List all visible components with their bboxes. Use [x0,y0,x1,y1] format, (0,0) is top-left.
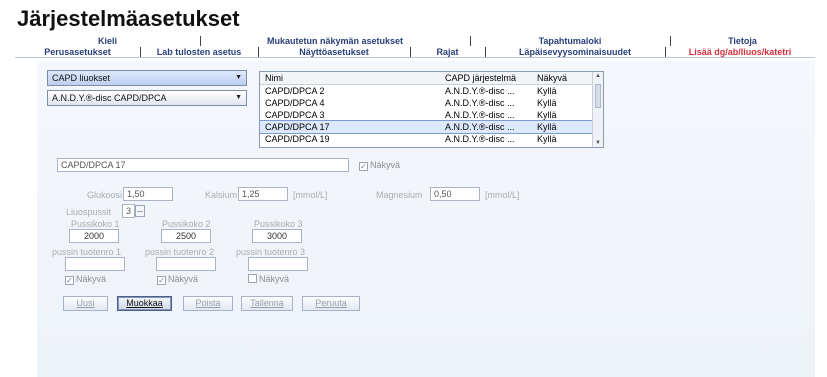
checkmark-icon: ✓ [359,162,368,171]
category-combo[interactable]: CAPD liuokset ▼ [47,70,247,86]
list-item-name: CAPD/DPCA 19 [265,134,330,144]
calcium-field[interactable]: 1,25 [238,187,288,201]
bag-count-spinner[interactable] [135,205,145,217]
unchecked-box-icon [248,274,257,283]
category-combo-value: CAPD liuokset [52,73,111,83]
column-header-system[interactable]: CAPD järjestelmä [445,72,516,85]
tab-event-log[interactable]: Tapahtumaloki [470,36,670,47]
tab-basic-settings[interactable]: Perusasetukset [15,47,140,57]
new-button-label: Uusi [76,298,95,308]
list-item-system: A.N.D.Y.®-disc ... [445,122,515,132]
list-scrollbar[interactable]: ▲ ▼ [592,72,603,147]
bag-size-field-1[interactable]: 2000 [69,229,119,243]
new-button[interactable]: Uusi [63,296,108,311]
delete-button-label: Poista [195,298,221,308]
bag-size-field-2[interactable]: 2500 [161,229,211,243]
scroll-thumb[interactable] [595,84,601,108]
bag-visible-label-1: Näkyvä [76,274,107,284]
list-item-name: CAPD/DPCA 2 [265,86,325,96]
bag-visible-checkbox-3[interactable]: Näkyvä [248,274,289,284]
product-number-field-2[interactable] [156,257,216,271]
product-number-field-1[interactable] [65,257,125,271]
visible-checkbox[interactable]: ✓ Näkyvä [359,160,400,171]
tab-limits[interactable]: Rajat [410,47,485,57]
list-item-visible: Kyllä [537,134,557,144]
tab-bar: Kieli Mukautetun näkymän asetukset Tapah… [15,36,815,58]
calcium-label: Kalsium [205,190,238,200]
tab-about[interactable]: Tietoja [670,36,815,47]
system-combo[interactable]: A.N.D.Y.®-disc CAPD/DPCA ▼ [47,90,247,106]
magnesium-field[interactable]: 0,50 [430,187,480,201]
calcium-unit: [mmol/L] [293,190,328,200]
edit-button[interactable]: Muokkaa [117,296,172,311]
scroll-up-icon[interactable]: ▲ [595,73,601,79]
product-number-label-3: pussin tuotenro 3 [236,247,306,257]
column-header-visible[interactable]: Näkyvä [537,72,567,85]
bag-size-label-1: Pussikoko 1 [71,219,120,229]
save-button-label: Tallenna [250,298,284,308]
tab-add-items[interactable]: Lisää dg/ab/liuos/katetri [665,47,815,57]
list-item-system: A.N.D.Y.®-disc ... [445,98,515,108]
bag-visible-label-3: Näkyvä [259,274,290,284]
bag-visible-checkbox-2[interactable]: ✓ Näkyvä [157,274,198,285]
list-item-visible: Kyllä [537,122,557,132]
chevron-down-icon: ▼ [235,74,242,81]
column-header-name[interactable]: Nimi [265,72,283,85]
chevron-down-icon: ▼ [235,94,242,101]
product-number-label-1: pussin tuotenro 1 [52,247,122,257]
checkmark-icon: ✓ [157,276,166,285]
glucose-field[interactable]: 1,50 [123,187,173,201]
list-item-name: CAPD/DPCA 4 [265,98,325,108]
tab-display-settings[interactable]: Näyttöasetukset [258,47,410,57]
list-item-system: A.N.D.Y.®-disc ... [445,110,515,120]
list-item[interactable]: CAPD/DPCA 19 A.N.D.Y.®-disc ... Kyllä [260,133,603,145]
bag-visible-label-2: Näkyvä [168,274,199,284]
list-header: Nimi CAPD järjestelmä Näkyvä [260,72,603,85]
list-item-visible: Kyllä [537,110,557,120]
tab-custom-view-settings[interactable]: Mukautetun näkymän asetukset [200,36,470,47]
magnesium-label: Magnesium [376,190,423,200]
product-number-label-2: pussin tuotenro 2 [145,247,215,257]
window-title: Järjestelmäasetukset [17,6,240,31]
scroll-down-icon[interactable]: ▼ [595,140,601,146]
list-item-system: A.N.D.Y.®-disc ... [445,134,515,144]
list-item-selected[interactable]: CAPD/DPCA 17 A.N.D.Y.®-disc ... Kyllä [259,120,604,134]
checkmark-icon: ✓ [65,276,74,285]
product-number-field-3[interactable] [248,257,308,271]
list-item[interactable]: CAPD/DPCA 4 A.N.D.Y.®-disc ... Kyllä [260,97,603,109]
visible-checkbox-label: Näkyvä [370,160,401,170]
tab-permeability-properties[interactable]: Läpäisevyysominaisuudet [485,47,665,57]
list-item-name: CAPD/DPCA 17 [265,122,330,132]
list-item-visible: Kyllä [537,98,557,108]
magnesium-unit: [mmol/L] [485,190,520,200]
cancel-button[interactable]: Peruuta [302,296,360,311]
save-button[interactable]: Tallenna [241,296,293,311]
solution-name-field[interactable]: CAPD/DPCA 17 [57,158,349,172]
bag-size-field-3[interactable]: 3000 [252,229,302,243]
system-combo-value: A.N.D.Y.®-disc CAPD/DPCA [52,93,167,103]
tab-divider [15,57,815,58]
bag-count-field[interactable]: 3 [122,204,135,218]
tab-language[interactable]: Kieli [15,36,200,47]
bag-size-label-2: Pussikoko 2 [162,219,211,229]
bag-count-label: Liuospussit [66,207,112,217]
tab-lab-results-settings[interactable]: Lab tulosten asetus [140,47,258,57]
delete-button[interactable]: Poista [183,296,233,311]
list-item[interactable]: CAPD/DPCA 2 A.N.D.Y.®-disc ... Kyllä [260,85,603,97]
list-item-name: CAPD/DPCA 3 [265,110,325,120]
list-item[interactable]: CAPD/DPCA 3 A.N.D.Y.®-disc ... Kyllä [260,109,603,121]
solutions-list[interactable]: Nimi CAPD järjestelmä Näkyvä CAPD/DPCA 2… [259,71,604,148]
bag-visible-checkbox-1[interactable]: ✓ Näkyvä [65,274,106,285]
list-item-visible: Kyllä [537,86,557,96]
bag-size-label-3: Pussikoko 3 [254,219,303,229]
glucose-label: Glukoosi [87,190,123,200]
edit-button-label: Muokkaa [126,298,163,308]
list-item-system: A.N.D.Y.®-disc ... [445,86,515,96]
cancel-button-label: Peruuta [315,298,347,308]
